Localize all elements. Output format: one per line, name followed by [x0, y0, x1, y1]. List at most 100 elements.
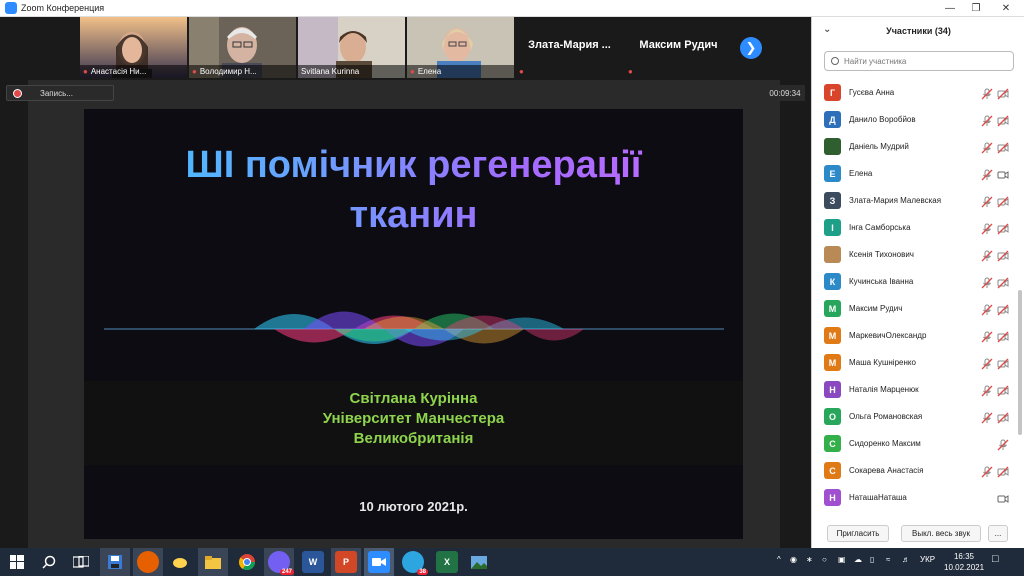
video-tile[interactable]: ● Анастасія Ни...	[80, 17, 187, 78]
word-icon[interactable]: W	[302, 551, 324, 573]
video-off-icon	[997, 87, 1009, 100]
search-placeholder: Найти участника	[844, 56, 907, 66]
participant-row[interactable]: Н Наталія Марценюк	[812, 377, 1017, 404]
participant-row[interactable]: Е Елена	[812, 161, 1017, 188]
chevron-down-icon[interactable]: ⌄	[823, 24, 831, 35]
video-on-icon	[997, 168, 1009, 180]
battery-icon[interactable]: ▯	[870, 555, 874, 564]
avatar: Д	[824, 111, 841, 128]
wifi-icon[interactable]: ≈	[886, 555, 890, 564]
cloud-sync-icon[interactable]: ☁	[854, 555, 862, 564]
video-tile-name: Володимир Н...	[199, 67, 257, 76]
participant-row[interactable]: М МаркевичОлександр	[812, 323, 1017, 350]
input-language[interactable]: УКР	[920, 555, 935, 564]
mic-muted-icon: ●	[192, 67, 197, 76]
clock-time: 16:35	[953, 552, 975, 561]
chrome-icon[interactable]	[236, 551, 258, 573]
notifications-icon[interactable]: □	[992, 553, 999, 565]
avatar: К	[824, 273, 841, 290]
participant-row[interactable]: С Сокарева Анастасія	[812, 458, 1017, 485]
video-tile[interactable]: Svitlana Kurinna	[298, 17, 405, 78]
video-tile[interactable]: Максим Рудич ●	[625, 17, 732, 78]
bluetooth-icon[interactable]: ∗	[806, 555, 813, 564]
video-tile-caption: ● Елена	[407, 65, 514, 78]
avatar: С	[824, 435, 841, 452]
mic-muted-icon	[981, 114, 993, 127]
maximize-icon[interactable]: ❐	[962, 0, 990, 17]
meeting-timer: 00:09:34	[765, 85, 805, 101]
volume-icon[interactable]: ♬	[902, 555, 910, 564]
video-off-icon	[997, 141, 1009, 154]
participant-name: Сокарева Анастасія	[849, 466, 924, 475]
video-tile[interactable]: ● Володимир Н...	[189, 17, 296, 78]
tray-app-icon[interactable]: ◉	[790, 555, 797, 564]
telegram-unread-badge: 38	[417, 569, 428, 575]
participant-row[interactable]: К Кучинська Іванна	[812, 269, 1017, 296]
firefox-icon[interactable]	[137, 551, 159, 573]
participant-name: Елена	[849, 169, 873, 178]
participant-row[interactable]: Д Данило Воробйов	[812, 107, 1017, 134]
video-tile-name: Злата-Мария ...	[528, 39, 611, 51]
video-tile-caption: ● Володимир Н...	[189, 65, 296, 78]
telegram-icon[interactable]: 38	[402, 551, 428, 575]
participant-row[interactable]: М Маша Кушніренко	[812, 350, 1017, 377]
system-clock[interactable]: 16:35 10.02.2021	[944, 551, 984, 573]
clock-date: 10.02.2021	[944, 563, 985, 572]
minimize-icon[interactable]: —	[936, 0, 964, 17]
windows-start-icon[interactable]	[6, 551, 28, 573]
participant-row[interactable]: С Сидоренко Максим	[812, 431, 1017, 458]
search-icon[interactable]	[38, 551, 60, 573]
recording-dot-icon	[13, 88, 22, 98]
photos-icon[interactable]	[468, 551, 490, 573]
video-tile[interactable]: ● Елена	[407, 17, 514, 78]
video-tile-caption: ● Анастасія Ни...	[80, 65, 187, 78]
cloud-app-icon[interactable]	[169, 551, 191, 573]
participant-row[interactable]: З Злата-Мария Малевская	[812, 188, 1017, 215]
close-icon[interactable]: ✕	[992, 0, 1020, 17]
video-off-icon	[997, 330, 1009, 343]
skype-icon[interactable]: ○	[822, 555, 827, 564]
participant-row[interactable]: Н НаташаНаташа	[812, 485, 1017, 512]
participant-row[interactable]: Г Гусєва Анна	[812, 80, 1017, 107]
speaker-name: Світлана Курінна	[349, 390, 478, 407]
zoom-icon[interactable]	[368, 551, 390, 573]
video-tile-caption: Svitlana Kurinna	[298, 65, 405, 78]
recording-indicator[interactable]: Запись...	[6, 85, 114, 101]
powerpoint-icon[interactable]: P	[335, 551, 357, 573]
task-view-icon[interactable]	[70, 551, 92, 573]
invite-button[interactable]: Пригласить	[827, 525, 889, 542]
recording-label: Запись...	[40, 88, 73, 98]
mic-muted-icon	[981, 411, 993, 424]
participant-search-input[interactable]: Найти участника	[824, 51, 1014, 71]
next-page-arrow-icon[interactable]: ❯	[740, 37, 762, 59]
speaker-country: Великобританія	[353, 430, 474, 447]
speaker-organization: Університет Манчестера	[322, 410, 505, 427]
viber-unread-badge: 247	[279, 569, 294, 575]
video-tile[interactable]: Злата-Мария ... ●	[516, 17, 623, 78]
avatar: З	[824, 192, 841, 209]
viber-icon[interactable]: 247	[268, 551, 294, 575]
video-tile-name: Елена	[417, 67, 442, 76]
file-explorer-icon[interactable]	[202, 551, 224, 573]
participant-name: Маша Кушніренко	[849, 358, 916, 367]
save-disk-icon[interactable]	[104, 551, 126, 573]
participant-row[interactable]: Даніель Мудрий	[812, 134, 1017, 161]
video-off-icon	[997, 222, 1009, 235]
mic-muted-icon	[981, 195, 993, 208]
video-tile-caption: ●	[516, 65, 623, 78]
participant-row[interactable]: М Максим Рудич	[812, 296, 1017, 323]
participant-row[interactable]: О Ольга Романовская	[812, 404, 1017, 431]
tray-expand-icon[interactable]: ^	[777, 555, 781, 564]
video-thumbnail-strip: ● Анастасія Ни... ● Володимир Н... Svitl…	[0, 17, 811, 79]
slide-date: 10 лютого 2021р.	[359, 499, 468, 514]
excel-icon[interactable]: X	[436, 551, 458, 573]
participant-name: Ксенія Тихонович	[849, 250, 914, 259]
participant-name: Наталія Марценюк	[849, 385, 919, 394]
participant-list-scrollbar[interactable]	[1017, 80, 1023, 530]
video-off-icon	[997, 114, 1009, 127]
participant-row[interactable]: І Інга Самборська	[812, 215, 1017, 242]
more-options-button[interactable]: ...	[988, 525, 1008, 542]
participant-row[interactable]: Ксенія Тихонович	[812, 242, 1017, 269]
tray-widget-icon[interactable]: ▣	[838, 555, 846, 564]
mute-all-button[interactable]: Выкл. весь звук	[901, 525, 981, 542]
